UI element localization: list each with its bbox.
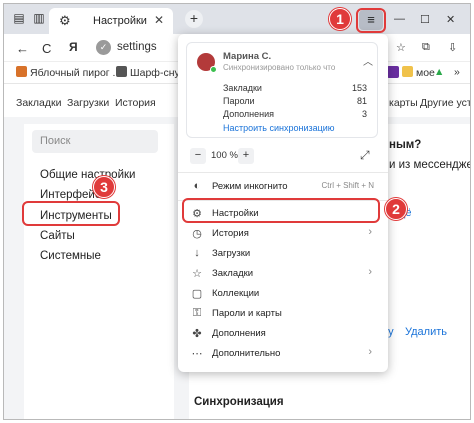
yandex-logo[interactable]: Я: [69, 40, 78, 54]
tab-bar: ▤ ▥ ⚙ Настройки ✕ + ≡ — ☐ ✕: [4, 4, 470, 34]
snav-other-devices[interactable]: Другие устр: [420, 97, 470, 109]
bookmark-icon: ☆: [192, 268, 202, 280]
tab-title: Настройки: [93, 15, 147, 27]
tabs-list-icon[interactable]: ▥: [32, 12, 46, 24]
tab-panel-icon[interactable]: ▤: [12, 12, 26, 24]
account-sync-status: Синхронизировано только что: [223, 63, 336, 72]
chevron-right-icon: ›: [368, 346, 372, 358]
site-info-icon[interactable]: ✓: [96, 40, 111, 55]
menu-item-bookmarks[interactable]: ☆ Закладки ›: [186, 264, 380, 284]
close-tab-icon[interactable]: ✕: [154, 13, 164, 27]
sidebar-item-general[interactable]: Общие настройки: [40, 169, 135, 181]
menu-item-passwords[interactable]: ⚿ Пароли и карты: [186, 304, 380, 324]
settings-search-input[interactable]: Поиск: [32, 130, 158, 153]
question-text: ным?: [389, 139, 422, 151]
menu-item-collections[interactable]: ▢ Коллекции: [186, 284, 380, 304]
step-badge-1: 1: [329, 8, 351, 30]
sync-heading: Синхронизация: [194, 396, 284, 408]
new-tab-button[interactable]: +: [185, 10, 203, 28]
collections-icon: ▢: [191, 288, 203, 300]
more-bookmarks-icon[interactable]: »: [454, 66, 460, 78]
url-field[interactable]: settings: [117, 41, 157, 53]
menu-item-label: Дополнения: [212, 328, 266, 339]
chevron-right-icon: ›: [368, 226, 372, 238]
browser-window: ▤ ▥ ⚙ Настройки ✕ + ≡ — ☐ ✕ ← C Я ✓ sett…: [3, 3, 471, 420]
gear-icon: ⚙: [59, 13, 71, 28]
incognito-icon: ◐: [193, 180, 201, 192]
menu-item-advanced[interactable]: ⋯ Дополнительно ›: [186, 344, 380, 364]
configure-sync-link[interactable]: Настроить синхронизацию: [223, 123, 335, 133]
menu-item-incognito[interactable]: ◐ Режим инкогнито Ctrl + Shift + N: [186, 177, 380, 197]
account-name: Марина С.: [223, 51, 272, 62]
menu-divider: [178, 172, 388, 173]
account-row-value: 81: [356, 96, 367, 106]
maximize-icon[interactable]: ☐: [420, 13, 430, 26]
sidebar-item-interface[interactable]: Интерфейс: [40, 189, 101, 201]
highlight-tools-item: [22, 201, 120, 226]
bookmark-folder[interactable]: мое: [402, 66, 435, 79]
settings-sidebar: Поиск Общие настройки Интерфейс Инструме…: [24, 124, 174, 419]
reload-icon[interactable]: C: [42, 41, 51, 56]
menu-item-shortcut: Ctrl + Shift + N: [321, 181, 374, 190]
chevron-right-icon: ›: [368, 266, 372, 278]
downloads-icon[interactable]: ⇩: [448, 41, 457, 54]
step-badge-3: 3: [93, 176, 115, 198]
close-window-icon[interactable]: ✕: [446, 13, 455, 26]
extensions-icon: ✤: [192, 328, 202, 340]
bookmark-item[interactable]: Яблочный пирог ...: [16, 66, 121, 79]
folder-icon: [402, 66, 413, 77]
menu-item-history[interactable]: ◷ История ›: [186, 224, 380, 244]
chevron-up-icon[interactable]: ︿: [363, 53, 373, 68]
highlight-menu-button: [356, 8, 386, 33]
bookmark-purple-icon[interactable]: [387, 66, 399, 78]
key-icon: ⚿: [192, 307, 202, 319]
fullscreen-icon[interactable]: ⤢: [360, 148, 370, 163]
menu-item-extensions[interactable]: ✤ Дополнения: [186, 324, 380, 344]
account-row-value: 153: [351, 83, 367, 93]
snav-history[interactable]: История: [115, 97, 156, 109]
menu-item-label: Закладки: [212, 268, 254, 279]
tab-settings[interactable]: ⚙ Настройки ✕: [49, 8, 173, 34]
menu-item-label: Режим инкогнито: [212, 181, 288, 192]
snav-cards[interactable]: карты: [389, 97, 418, 109]
menu-item-label: Пароли и карты: [212, 308, 282, 319]
account-row-value: 3: [361, 109, 367, 119]
account-card[interactable]: Марина С. Синхронизировано только что ︿ …: [186, 42, 378, 138]
pie-icon: [16, 66, 27, 77]
menu-item-downloads[interactable]: ↓ Загрузки: [186, 244, 380, 264]
account-row-label: Пароли: [223, 96, 255, 106]
menu-item-label: Дополнительно: [212, 348, 281, 359]
highlight-settings-item: [182, 198, 380, 223]
delete-link[interactable]: Удалить: [405, 326, 447, 338]
zoom-out-button[interactable]: −: [190, 148, 206, 164]
back-icon[interactable]: ←: [16, 41, 29, 56]
step-badge-2: 2: [385, 198, 407, 220]
menu-item-label: Загрузки: [212, 248, 251, 259]
minimize-icon[interactable]: —: [394, 13, 405, 25]
snav-downloads[interactable]: Загрузки: [67, 97, 109, 109]
online-status-dot: [210, 66, 217, 73]
extension-icon[interactable]: ⧉: [422, 41, 430, 54]
zoom-level: 100 %: [211, 150, 238, 161]
drive-icon[interactable]: ▲: [434, 66, 444, 78]
bookmark-star-icon[interactable]: ☆: [396, 41, 406, 54]
history-icon: ◷: [192, 228, 202, 240]
snav-bookmarks[interactable]: Закладки: [16, 97, 61, 109]
scarf-icon: [116, 66, 127, 77]
download-icon: ↓: [194, 247, 200, 259]
account-row-label: Дополнения: [223, 109, 274, 119]
messengers-text: и из мессенджеров: [389, 159, 471, 171]
menu-item-label: Коллекции: [212, 288, 260, 299]
sidebar-item-sites[interactable]: Сайты: [40, 230, 75, 242]
more-icon: ⋯: [191, 348, 203, 360]
account-row-label: Закладки: [223, 83, 262, 93]
menu-item-label: История: [212, 228, 249, 239]
zoom-in-button[interactable]: +: [238, 148, 254, 164]
sidebar-item-system[interactable]: Системные: [40, 250, 101, 262]
